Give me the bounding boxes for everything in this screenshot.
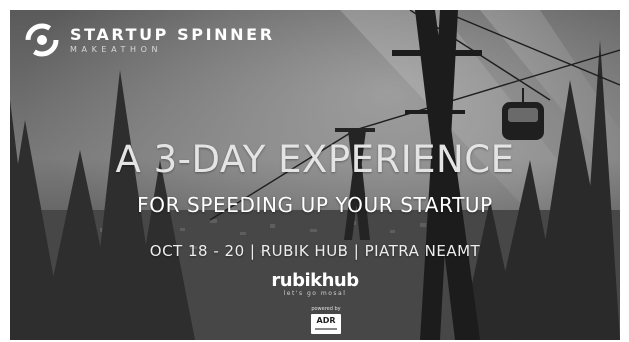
brand-name: STARTUP SPINNER: [70, 24, 275, 44]
brand-text: STARTUP SPINNER MAKEATHON: [70, 24, 275, 54]
sponsor-name: ADR: [316, 316, 336, 325]
event-banner: STARTUP SPINNER MAKEATHON A 3-DAY EXPERI…: [10, 10, 620, 340]
brand-subtitle: MAKEATHON: [70, 44, 163, 54]
adr-logo-icon: ADR: [311, 314, 341, 334]
sponsor-caption: powered by: [311, 306, 341, 312]
host-logo: rubikhub let's go mosal: [10, 272, 620, 297]
brand-logo: STARTUP SPINNER MAKEATHON: [24, 22, 275, 58]
spinner-logo-icon: [25, 23, 59, 57]
hero-headline: A 3-DAY EXPERIENCE: [115, 138, 515, 181]
host-tagline: let's go mosal: [283, 290, 347, 297]
host-name: rubikhub: [271, 270, 359, 291]
sponsor-underline: [315, 328, 337, 330]
hero-subheadline: FOR SPEEDING UP YOUR STARTUP: [137, 193, 493, 217]
sponsor-block: powered by ADR: [306, 307, 346, 337]
event-details: OCT 18 - 20 | RUBIK HUB | PIATRA NEAMT: [149, 242, 481, 260]
